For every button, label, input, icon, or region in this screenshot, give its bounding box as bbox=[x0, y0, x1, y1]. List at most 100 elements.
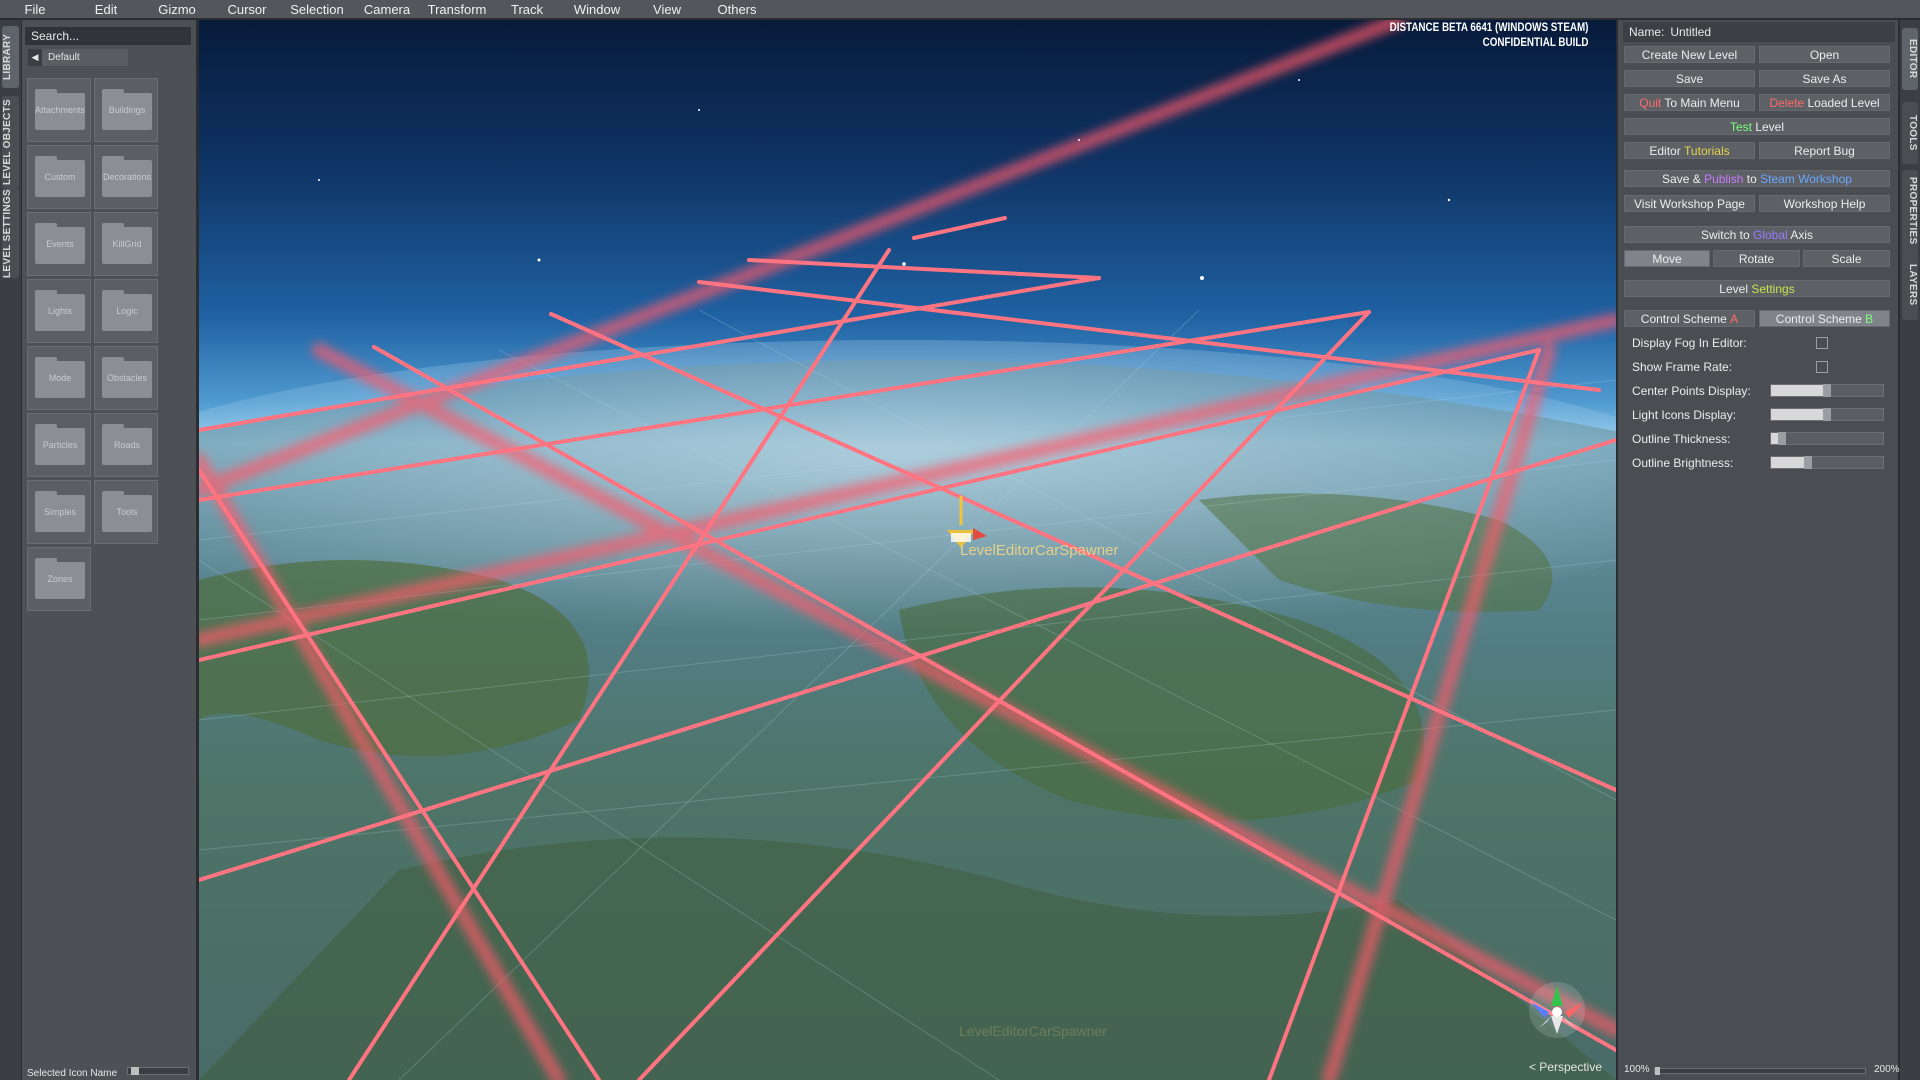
zoom-min-label: 100% bbox=[1624, 1064, 1650, 1075]
workshop-help-button[interactable]: Workshop Help bbox=[1759, 195, 1890, 212]
menu-file[interactable]: File bbox=[0, 2, 70, 17]
quit-to-main-menu-button[interactable]: Quit To Main Menu bbox=[1624, 94, 1755, 111]
move-button[interactable]: Move bbox=[1624, 250, 1710, 267]
folder-label: Mode bbox=[48, 373, 72, 383]
level-name-field[interactable]: Name: Untitled bbox=[1623, 22, 1895, 42]
slider-thumb[interactable] bbox=[130, 1067, 139, 1075]
create-new-level-button[interactable]: Create New Level bbox=[1624, 46, 1755, 63]
control-scheme-b-button[interactable]: Control Scheme B bbox=[1759, 310, 1890, 327]
light-icons-slider[interactable] bbox=[1770, 408, 1884, 421]
menu-transform[interactable]: Transform bbox=[422, 2, 492, 17]
library-folder[interactable]: Events bbox=[27, 212, 91, 276]
library-folder[interactable]: Logic bbox=[94, 279, 158, 343]
save-as-button[interactable]: Save As bbox=[1759, 70, 1890, 87]
folder-label: Lights bbox=[47, 306, 73, 316]
show-frame-rate-checkbox[interactable] bbox=[1816, 361, 1828, 373]
ghost-object-label: LevelEditorCarSpawner bbox=[959, 1023, 1107, 1039]
menu-cursor[interactable]: Cursor bbox=[212, 2, 282, 17]
library-folder[interactable]: Custom bbox=[27, 145, 91, 209]
build-confidential-line: CONFIDENTIAL BUILD bbox=[1482, 35, 1588, 49]
library-folder[interactable]: Lights bbox=[27, 279, 91, 343]
quit-word: Quit bbox=[1639, 95, 1662, 110]
library-search-input[interactable] bbox=[25, 27, 191, 45]
left-tab-strip: LIBRARY LEVEL OBJECTS LEVEL SETTINGS bbox=[0, 20, 21, 1080]
library-folder[interactable]: Zones bbox=[27, 547, 91, 611]
menu-others[interactable]: Others bbox=[702, 2, 772, 17]
report-bug-button[interactable]: Report Bug bbox=[1759, 142, 1890, 159]
rotate-button[interactable]: Rotate bbox=[1713, 250, 1800, 267]
tab-level-objects[interactable]: LEVEL OBJECTS bbox=[2, 96, 19, 188]
menu-gizmo[interactable]: Gizmo bbox=[142, 2, 212, 17]
delete-rest: Loaded Level bbox=[1804, 95, 1880, 110]
delete-loaded-level-button[interactable]: Delete Loaded Level bbox=[1759, 94, 1890, 111]
library-folder[interactable]: Decorations bbox=[94, 145, 158, 209]
library-folder[interactable]: Obstacles bbox=[94, 346, 158, 410]
right-tab-strip: EDITOR TOOLS PROPERTIES LAYERS bbox=[1900, 20, 1920, 1080]
library-panel: ◀ Default Attachments Buildings Custom Deco… bbox=[22, 20, 196, 1080]
display-fog-label: Display Fog In Editor: bbox=[1632, 336, 1747, 350]
control-scheme-a-label: Control Scheme bbox=[1640, 311, 1731, 326]
outline-brightness-slider[interactable] bbox=[1770, 456, 1884, 469]
library-folder[interactable]: Buildings bbox=[94, 78, 158, 142]
library-folder[interactable]: Tools bbox=[94, 480, 158, 544]
slider-knob[interactable] bbox=[1823, 408, 1831, 421]
slider-fill bbox=[1771, 385, 1827, 396]
test-level-button[interactable]: Test Level bbox=[1624, 118, 1890, 135]
panel-scale-slider[interactable] bbox=[1654, 1067, 1866, 1075]
menu-track[interactable]: Track bbox=[492, 2, 562, 17]
library-folder[interactable]: Roads bbox=[94, 413, 158, 477]
selected-icon-name: Selected Icon Name bbox=[27, 1068, 118, 1079]
outline-thickness-slider[interactable] bbox=[1770, 432, 1884, 445]
publish-to-workshop-button[interactable]: Save & Publish to Steam Workshop bbox=[1624, 170, 1890, 187]
name-label: Name: bbox=[1629, 25, 1665, 39]
level-settings-button[interactable]: Level Settings bbox=[1624, 280, 1890, 297]
library-breadcrumb[interactable]: ◀ Default bbox=[28, 49, 128, 66]
menu-window[interactable]: Window bbox=[562, 2, 632, 17]
editor-word: Editor bbox=[1649, 143, 1685, 158]
tab-level-settings[interactable]: LEVEL SETTINGS bbox=[2, 188, 19, 278]
switch-axis-button[interactable]: Switch to Global Axis bbox=[1624, 226, 1890, 243]
back-arrow-icon[interactable]: ◀ bbox=[28, 49, 42, 66]
axis-word: Axis bbox=[1787, 227, 1814, 242]
slider-knob[interactable] bbox=[1655, 1067, 1660, 1075]
control-scheme-a-button[interactable]: Control Scheme A bbox=[1624, 310, 1755, 327]
folder-label: Particles bbox=[42, 440, 78, 450]
folder-label: Roads bbox=[113, 440, 140, 450]
library-folder[interactable]: Particles bbox=[27, 413, 91, 477]
slider-fill bbox=[1771, 409, 1827, 420]
slider-knob[interactable] bbox=[1823, 384, 1831, 397]
tutorials-word: Tutorials bbox=[1684, 143, 1730, 158]
scale-button[interactable]: Scale bbox=[1803, 250, 1890, 267]
library-folder[interactable]: Simples bbox=[27, 480, 91, 544]
menu-view[interactable]: View bbox=[632, 2, 702, 17]
menu-selection[interactable]: Selection bbox=[282, 2, 352, 17]
tab-library[interactable]: LIBRARY bbox=[2, 26, 19, 88]
icon-size-slider[interactable] bbox=[127, 1067, 189, 1075]
slider-knob[interactable] bbox=[1778, 432, 1787, 445]
slider-knob[interactable] bbox=[1803, 456, 1812, 469]
open-button[interactable]: Open bbox=[1759, 46, 1890, 63]
menu-edit[interactable]: Edit bbox=[70, 2, 142, 17]
center-points-slider[interactable] bbox=[1770, 384, 1884, 397]
quit-rest: To Main Menu bbox=[1661, 95, 1740, 110]
switch-to: Switch to bbox=[1700, 227, 1753, 242]
tab-layers[interactable]: LAYERS bbox=[1902, 250, 1918, 320]
tab-tools[interactable]: TOOLS bbox=[1902, 102, 1918, 164]
library-folder[interactable]: Attachments bbox=[27, 78, 91, 142]
orientation-gizmo[interactable] bbox=[1529, 982, 1585, 1038]
outline-brightness-label: Outline Brightness: bbox=[1632, 456, 1734, 470]
scene-viewport[interactable]: DISTANCE BETA 6641 (WINDOWS STEAM) CONFI… bbox=[199, 20, 1616, 1080]
save-button[interactable]: Save bbox=[1624, 70, 1755, 87]
visit-workshop-page-button[interactable]: Visit Workshop Page bbox=[1624, 195, 1755, 212]
menu-camera[interactable]: Camera bbox=[352, 2, 422, 17]
tab-editor[interactable]: EDITOR bbox=[1902, 28, 1918, 90]
view-mode-toggle[interactable]: < Perspective bbox=[1529, 1060, 1602, 1074]
display-fog-checkbox[interactable] bbox=[1816, 337, 1828, 349]
folder-label: Custom bbox=[44, 172, 76, 182]
settings-word: Settings bbox=[1751, 281, 1795, 296]
editor-tutorials-button[interactable]: Editor Tutorials bbox=[1624, 142, 1755, 159]
folder-label: Decorations bbox=[102, 172, 152, 182]
library-folder[interactable]: KillGrid bbox=[94, 212, 158, 276]
library-folder[interactable]: Mode bbox=[27, 346, 91, 410]
tab-properties[interactable]: PROPERTIES bbox=[1902, 170, 1918, 252]
